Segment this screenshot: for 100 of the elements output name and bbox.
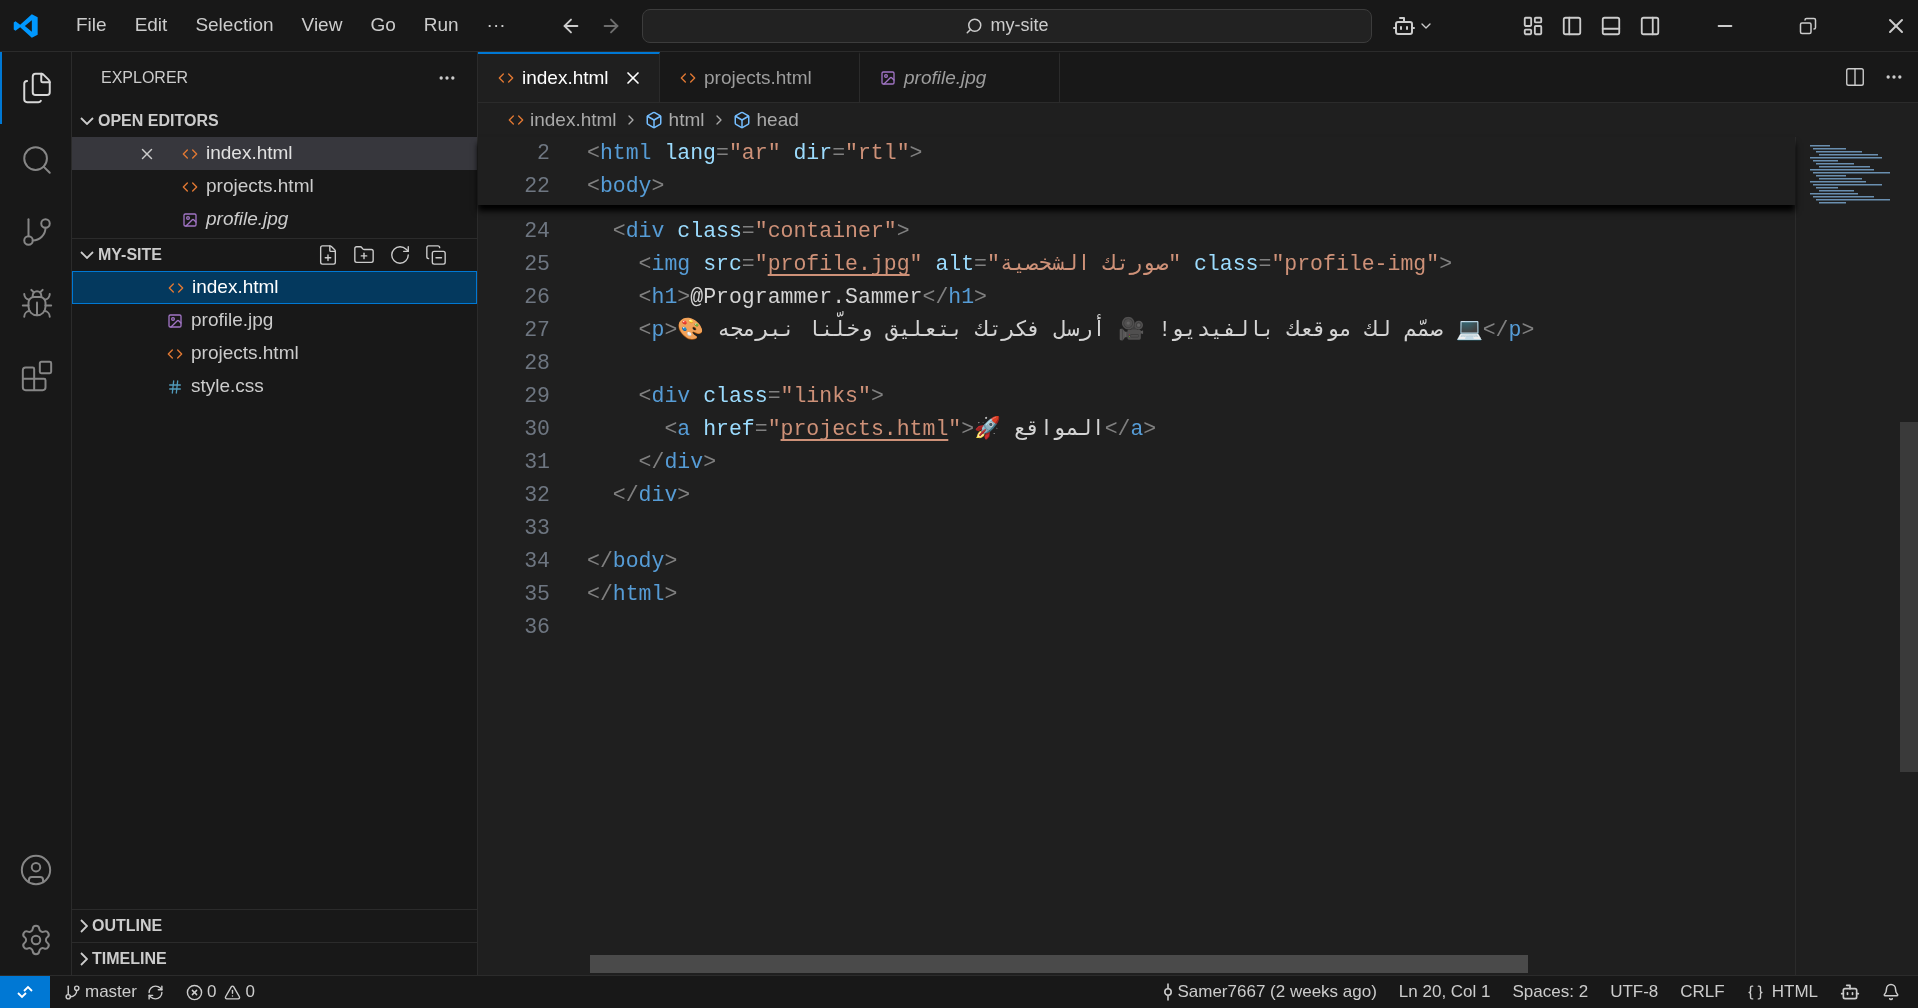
line-number: 2 — [536, 140, 550, 168]
hash-file-icon — [167, 378, 183, 395]
line-number: 22 — [523, 173, 550, 201]
remote-button[interactable] — [0, 976, 50, 1008]
sidebar-title: EXPLORER — [101, 68, 189, 88]
menu-item[interactable]: Go — [356, 11, 410, 40]
image-file-icon — [880, 70, 896, 86]
editor-tab[interactable]: projects.html — [660, 52, 860, 102]
line-number: 34 — [523, 548, 550, 576]
code-file-icon — [498, 70, 514, 86]
menu-item[interactable]: File — [62, 11, 121, 40]
problems-item[interactable]: 0 0 — [185, 979, 255, 1005]
code-line: <div class="container"> — [611, 218, 910, 246]
explorer-entry[interactable]: style.css — [72, 370, 477, 403]
file-name: index.html — [206, 141, 293, 166]
secondary-sidebar-icon[interactable] — [1639, 14, 1661, 37]
chevron-down-icon — [80, 251, 94, 259]
layout-icon[interactable] — [1522, 14, 1544, 37]
menu-item[interactable]: View — [287, 11, 357, 40]
chevron-right-icon — [80, 919, 88, 933]
search-field[interactable]: my-site — [641, 8, 1372, 43]
line-number: 36 — [523, 614, 550, 642]
error-icon — [185, 983, 203, 1001]
section-header[interactable]: OUTLINE — [72, 909, 477, 942]
blame-item[interactable]: Samer7667 (2 weeks ago) — [1163, 979, 1377, 1005]
explorer-entry[interactable]: profile.jpg — [72, 304, 477, 337]
chevron-down-icon — [80, 116, 94, 125]
menu-item[interactable]: Selection — [181, 11, 288, 40]
new-folder-icon[interactable] — [353, 244, 375, 266]
open-editor-entry[interactable]: projects.html — [72, 170, 477, 203]
search-icon — [964, 16, 983, 35]
line-number: 31 — [523, 449, 550, 477]
commit-icon — [1163, 983, 1174, 1001]
image-file-icon — [167, 312, 183, 329]
chevron-right-icon — [80, 952, 88, 966]
code-line: </html> — [587, 581, 678, 609]
extensions-icon — [19, 359, 54, 393]
code-line: </div> — [611, 482, 691, 510]
line-number: 27 — [523, 317, 550, 345]
code-line: </body> — [587, 548, 678, 576]
cube-icon — [732, 111, 751, 129]
editor-tab[interactable]: index.html — [478, 52, 660, 102]
menu-item[interactable]: Run — [409, 11, 473, 40]
line-number: 32 — [523, 482, 550, 510]
indentation-item[interactable]: Spaces: 2 — [1512, 979, 1589, 1005]
new-file-icon[interactable] — [317, 244, 339, 266]
line-number: 33 — [523, 515, 550, 543]
breadcrumb-item[interactable]: head — [732, 105, 799, 135]
cursor-position[interactable]: Ln 20, Col 1 — [1398, 979, 1491, 1005]
line-ending-item[interactable]: CRLF — [1680, 979, 1725, 1005]
editor-tab[interactable]: profile.jpg — [860, 52, 1060, 102]
restore-icon[interactable] — [1799, 16, 1817, 35]
line-number: 29 — [523, 383, 550, 411]
line-number: 24 — [523, 218, 550, 246]
menu-item[interactable]: ··· — [472, 11, 520, 40]
line-number: 30 — [523, 416, 550, 444]
cube-icon — [644, 111, 663, 129]
code-line: </div> — [637, 449, 717, 477]
code-file-icon — [680, 70, 696, 86]
breadcrumb-item[interactable]: index.html — [508, 105, 617, 135]
code-line: <div class="links"> — [637, 383, 884, 411]
sync-icon[interactable] — [146, 983, 164, 1001]
section-header[interactable]: MY-SITE — [80, 243, 162, 267]
search-text: my-site — [990, 14, 1049, 37]
menu-item[interactable]: Edit — [120, 11, 182, 40]
panel-toggle-icon[interactable] — [1600, 14, 1622, 37]
line-number: 25 — [523, 251, 550, 279]
remote-icon — [16, 983, 34, 1001]
warning-icon — [224, 983, 242, 1001]
sidebar-toggle-icon[interactable] — [1561, 14, 1583, 37]
explorer-entry[interactable]: projects.html — [72, 337, 477, 370]
open-editor-entry[interactable]: index.html — [72, 137, 477, 170]
section-header[interactable]: OPEN EDITORS — [72, 104, 477, 137]
encoding-item[interactable]: UTF-8 — [1610, 979, 1659, 1005]
file-name: style.css — [191, 374, 264, 399]
code-line: <body> — [587, 173, 665, 201]
section-title: OPEN EDITORS — [98, 110, 219, 131]
branch-item[interactable]: master — [64, 979, 137, 1005]
notifications-icon[interactable] — [1882, 983, 1900, 1001]
breadcrumb-item[interactable]: html — [644, 105, 705, 135]
code-file-icon — [508, 112, 524, 128]
line-number: 35 — [523, 581, 550, 609]
line-number: 28 — [523, 350, 550, 378]
split-editor-icon[interactable] — [1844, 66, 1866, 88]
image-file-icon — [182, 211, 198, 228]
refresh-icon[interactable] — [389, 244, 411, 266]
file-name: projects.html — [206, 174, 314, 199]
code-line: <html lang="ar" dir="rtl"> — [587, 140, 923, 168]
code-line: <h1>@Programmer.Sammer</h1> — [637, 284, 987, 311]
line-number: 26 — [523, 284, 550, 312]
account-icon[interactable] — [18, 853, 53, 887]
file-name: profile.jpg — [206, 207, 289, 232]
language-item[interactable]: HTML — [1746, 979, 1818, 1005]
branch-icon — [64, 983, 81, 1001]
open-editor-entry[interactable]: profile.jpg — [72, 203, 477, 236]
explorer-entry[interactable]: index.html — [72, 271, 477, 304]
braces-icon — [1746, 983, 1764, 1001]
collapse-all-icon[interactable] — [425, 244, 447, 266]
file-name: projects.html — [191, 341, 299, 366]
run-debug-icon — [19, 287, 54, 321]
